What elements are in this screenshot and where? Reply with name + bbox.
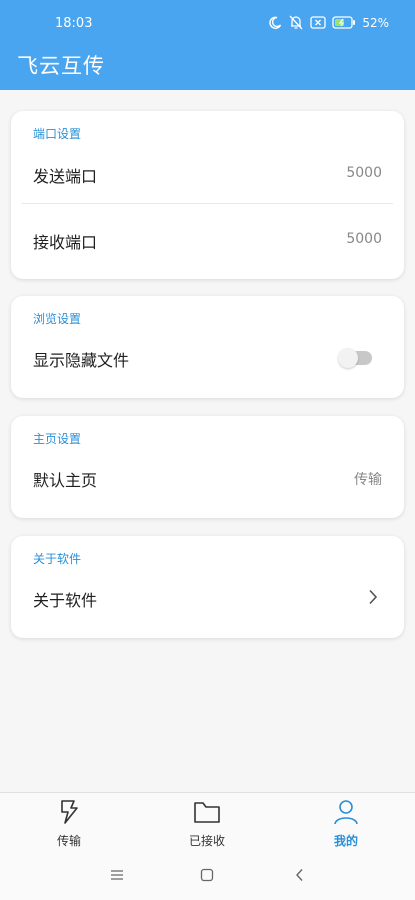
about-header: 关于软件	[33, 552, 82, 566]
show-hidden-files-row[interactable]: 显示隐藏文件	[11, 337, 404, 377]
menu-icon[interactable]	[110, 867, 124, 886]
send-port-label: 发送端口	[33, 167, 98, 186]
nav-item-mine[interactable]: 我的	[296, 799, 396, 849]
page-title: 飞云互传	[17, 54, 105, 78]
divider	[22, 203, 393, 204]
receive-port-label: 接收端口	[33, 233, 98, 252]
nav-item-received[interactable]: 已接收	[157, 799, 257, 849]
battery-icon	[332, 16, 356, 29]
about-label: 关于软件	[33, 591, 98, 610]
mute-bell-icon	[288, 15, 304, 30]
app-bar: 18:03 52% 飞云互传	[0, 0, 415, 90]
chevron-right-icon	[368, 589, 378, 609]
default-home-row[interactable]: 默认主页 传输	[11, 457, 404, 497]
bottom-navigation: 传输 已接收 我的	[0, 792, 415, 850]
nav-item-transfer[interactable]: 传输	[19, 799, 119, 849]
lightning-icon	[19, 799, 119, 829]
toggle-knob	[338, 348, 358, 368]
folder-icon	[157, 799, 257, 829]
browse-settings-card: 浏览设置 显示隐藏文件	[11, 296, 404, 398]
port-settings-header: 端口设置	[33, 127, 82, 141]
person-icon	[296, 799, 396, 829]
battery-percent: 52%	[362, 15, 389, 30]
default-home-label: 默认主页	[33, 471, 98, 490]
default-home-value: 传输	[354, 472, 382, 488]
status-time: 18:03	[55, 16, 93, 31]
status-icons: 52%	[268, 15, 389, 30]
home-square-icon[interactable]	[200, 867, 214, 886]
no-sim-icon	[310, 16, 326, 29]
show-hidden-files-label: 显示隐藏文件	[33, 351, 130, 370]
nav-label-received: 已接收	[188, 834, 225, 848]
home-settings-header: 主页设置	[33, 432, 82, 446]
nav-label-mine: 我的	[333, 834, 358, 848]
about-row[interactable]: 关于软件	[11, 577, 404, 617]
show-hidden-files-toggle[interactable]	[338, 348, 372, 368]
status-bar: 18:03 52%	[0, 14, 415, 36]
moon-icon	[268, 16, 282, 30]
browse-settings-header: 浏览设置	[33, 312, 82, 326]
send-port-value: 5000	[346, 165, 382, 181]
nav-label-transfer: 传输	[56, 834, 81, 848]
receive-port-row[interactable]: 接收端口 5000	[11, 219, 404, 259]
send-port-row[interactable]: 发送端口 5000	[11, 153, 404, 193]
port-settings-card: 端口设置 发送端口 5000 接收端口 5000	[11, 111, 404, 279]
about-card: 关于软件 关于软件	[11, 536, 404, 638]
home-settings-card: 主页设置 默认主页 传输	[11, 416, 404, 518]
back-icon[interactable]	[294, 867, 306, 886]
receive-port-value: 5000	[346, 231, 382, 247]
system-navigation-bar	[0, 850, 415, 900]
